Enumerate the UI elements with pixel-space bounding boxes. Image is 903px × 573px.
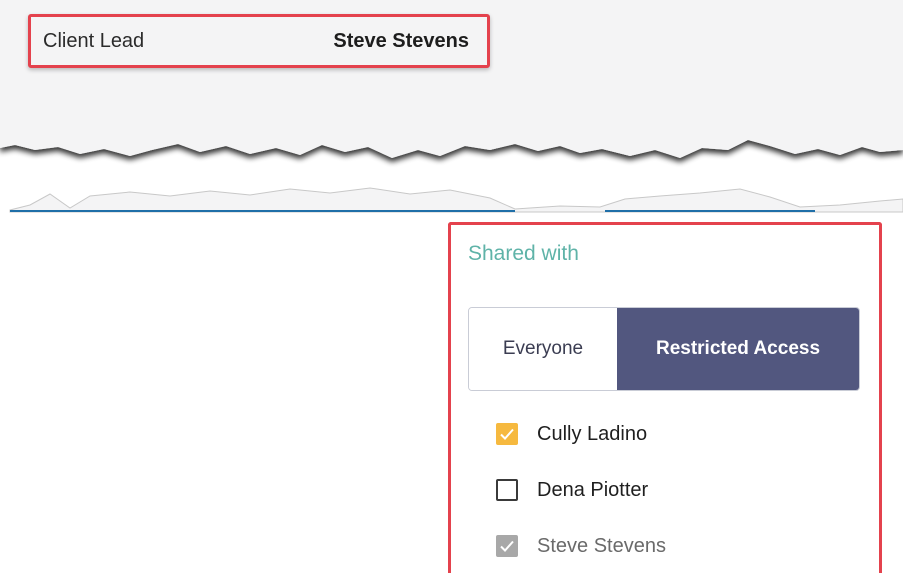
list-item-dena-piotter[interactable]: Dena Piotter — [496, 477, 666, 533]
person-name: Steve Stevens — [537, 535, 666, 557]
checkbox-checked[interactable] — [496, 423, 518, 445]
checkbox-unchecked[interactable] — [496, 479, 518, 501]
checkbox-disabled-checked — [496, 535, 518, 557]
client-lead-value: Steve Stevens — [333, 30, 469, 52]
access-toggle: Everyone Restricted Access — [468, 307, 860, 391]
checkmark-icon — [500, 428, 514, 440]
everyone-option[interactable]: Everyone — [469, 308, 617, 390]
shared-with-title: Shared with — [468, 242, 579, 265]
list-item-cully-ladino[interactable]: Cully Ladino — [496, 421, 666, 477]
checkmark-icon — [500, 540, 514, 552]
client-lead-label: Client Lead — [43, 30, 145, 52]
person-name: Dena Piotter — [537, 479, 649, 501]
person-name: Cully Ladino — [537, 423, 648, 445]
list-item-steve-stevens: Steve Stevens — [496, 533, 666, 573]
screenshot-stage: Client Lead Steve Stevens Shared with Ev… — [0, 0, 903, 573]
shared-with-panel: Shared with Everyone Restricted Access C… — [448, 222, 882, 573]
restricted-access-option[interactable]: Restricted Access — [617, 308, 859, 390]
client-lead-highlight: Client Lead Steve Stevens — [28, 14, 490, 68]
people-list: Cully Ladino Dena Piotter Steve Stevens — [496, 421, 666, 573]
